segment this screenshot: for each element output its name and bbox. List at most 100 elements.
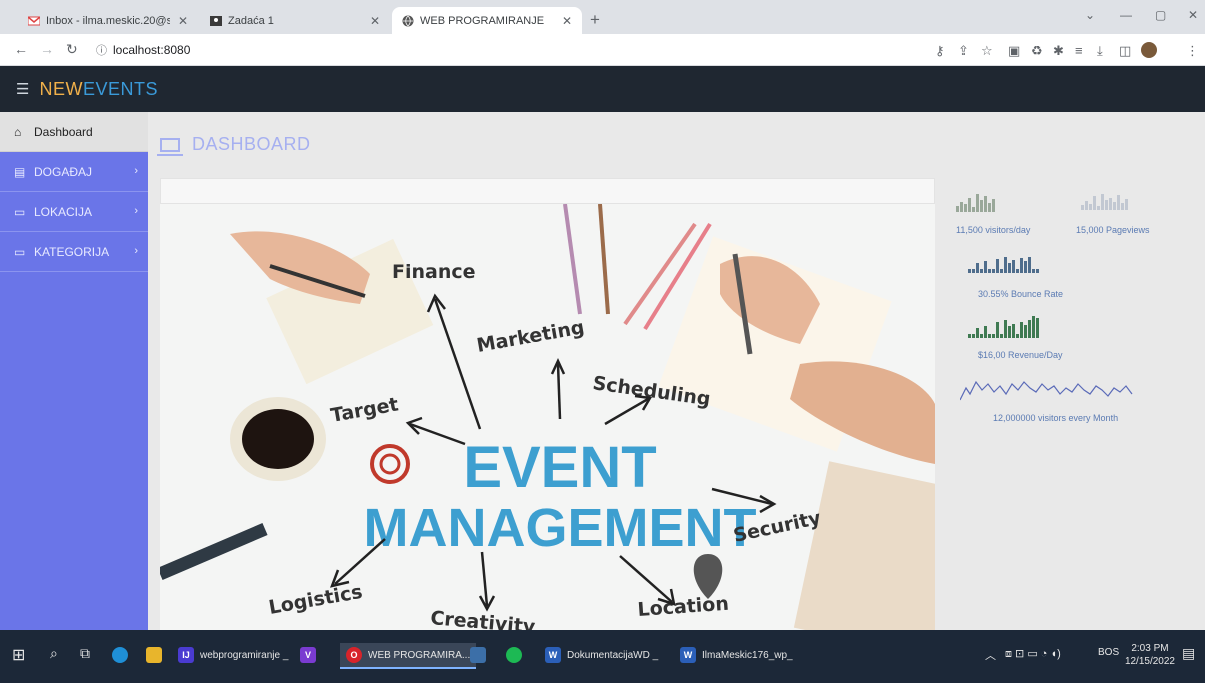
maximize-icon[interactable]: ▢ xyxy=(1155,8,1166,22)
chevron-right-icon: › xyxy=(134,245,138,257)
file-explorer-icon[interactable] xyxy=(146,647,168,663)
windows-taskbar: ⊞ ⌕ ⧉ IJ webprogramiranje _ V O WEB PROG… xyxy=(0,630,1205,683)
intellij-icon: IJ xyxy=(178,647,194,663)
classroom-icon xyxy=(210,15,222,26)
address-bar-row: ← → ↻ ⓘ localhost:8080 ⚷ ⇪ ☆ ▣ ♻ ✱ ≡ ⤓ ◫… xyxy=(0,34,1205,66)
clock-time: 2:03 PM xyxy=(1131,643,1169,654)
app-icon[interactable] xyxy=(470,647,492,663)
bounce-rate-label: 30.55% Bounce Rate xyxy=(978,289,1064,299)
bookmark-star-icon[interactable]: ☆ xyxy=(981,43,993,59)
more-menu-icon[interactable]: ⋮ xyxy=(1186,43,1199,59)
keyword-finance: Finance xyxy=(392,261,476,283)
hero-title-line1: EVENT xyxy=(463,435,656,500)
system-tray-chevron-icon[interactable]: ︿ xyxy=(985,647,996,663)
reading-list-icon[interactable]: ≡ xyxy=(1075,43,1083,58)
home-icon: ⌂ xyxy=(14,124,22,139)
tab-title: Inbox - ilma.meskic.20@size.ba - xyxy=(46,14,170,27)
revenue-label: $16,00 Revenue/Day xyxy=(978,350,1063,360)
new-tab-button[interactable]: + xyxy=(590,10,600,30)
notification-icon[interactable]: ▤ xyxy=(1182,645,1195,662)
taskbar-item-opera[interactable]: O WEB PROGRAMIRA... xyxy=(340,643,477,669)
system-clock[interactable]: 2:03 PM 12/15/2022 xyxy=(1125,642,1175,668)
info-icon[interactable]: ⓘ xyxy=(96,42,107,58)
keyword-marketing: Marketing xyxy=(475,316,586,357)
app-header: ☰ NEW EVENTS xyxy=(0,66,1205,112)
close-icon[interactable]: ✕ xyxy=(562,14,572,28)
sidebar-item-label: DOGAĐAJ xyxy=(34,164,93,179)
tab-title: WEB PROGRAMIRANJE xyxy=(420,14,545,27)
sidebar-item-label: Dashboard xyxy=(34,124,93,139)
chevron-right-icon: › xyxy=(134,205,138,217)
visitors-month-sparkline xyxy=(960,380,1133,401)
address-bar[interactable]: ⓘ localhost:8080 xyxy=(96,39,916,61)
close-icon[interactable]: ✕ xyxy=(178,14,188,28)
sidebar-item-label: KATEGORIJA xyxy=(34,244,110,259)
bounce-rate-sparkline xyxy=(968,257,1040,273)
revenue-sparkline xyxy=(968,316,1040,338)
search-icon[interactable]: ⌕ xyxy=(50,645,58,662)
page-title: DASHBOARD xyxy=(157,134,311,156)
event-management-illustration: EVENT MANAGEMENT Finance Marketing Sched… xyxy=(160,204,935,630)
taskbar-item-word-2[interactable]: W IlmaMeskic176_wp_ xyxy=(680,647,793,663)
brand-logo-secondary[interactable]: EVENTS xyxy=(83,79,158,100)
sidebar-item-lokacija[interactable]: ▭ LOKACIJA › xyxy=(0,192,148,232)
edge-icon[interactable] xyxy=(112,647,134,663)
tab-search-icon[interactable]: ⌄ xyxy=(1085,8,1095,22)
chevron-right-icon: › xyxy=(134,165,138,177)
clock-date: 12/15/2022 xyxy=(1124,656,1175,667)
taskbar-item-word-1[interactable]: W DokumentacijaWD _ xyxy=(545,647,658,663)
reload-icon[interactable]: ↻ xyxy=(66,41,78,58)
sidebar-item-dashboard[interactable]: ⌂ Dashboard xyxy=(0,112,148,152)
sidebar: ⌂ Dashboard ▤ DOGAĐAJ › ▭ LOKACIJA › ▭ K… xyxy=(0,112,148,630)
key-icon[interactable]: ⚷ xyxy=(935,43,945,59)
tab-inbox[interactable]: Inbox - ilma.meskic.20@size.ba - ✕ xyxy=(18,7,198,34)
pageviews-sparkline xyxy=(1081,194,1129,210)
hamburger-menu-icon[interactable]: ☰ xyxy=(16,80,29,98)
pageviews-label: 15,000 Pageviews xyxy=(1076,225,1150,235)
tray-icons[interactable]: ⧈ ⊡ ▭ ◔ ◖) xyxy=(1005,647,1061,661)
windows-start-icon[interactable]: ⊞ xyxy=(12,645,25,665)
close-icon[interactable]: ✕ xyxy=(370,14,380,28)
keyword-target: Target xyxy=(329,393,400,427)
word-icon: W xyxy=(545,647,561,663)
recycle-icon[interactable]: ♻ xyxy=(1031,43,1043,59)
tab-title: Zadaća 1 xyxy=(228,14,274,27)
tab-zadaca[interactable]: Zadaća 1 ✕ xyxy=(200,7,390,34)
sidebar-item-label: LOKACIJA xyxy=(34,204,93,219)
tab-web-programiranje[interactable]: WEB PROGRAMIRANJE ✕ xyxy=(392,7,582,34)
globe-icon xyxy=(402,15,414,26)
back-icon[interactable]: ← xyxy=(14,41,28,57)
spotify-icon[interactable] xyxy=(506,647,528,663)
taskbar-item-intellij[interactable]: IJ webprogramiranje _ xyxy=(178,647,288,663)
visual-studio-icon[interactable]: V xyxy=(300,647,322,663)
keyword-location: Location xyxy=(637,593,730,621)
url-text: localhost:8080 xyxy=(113,43,191,57)
language-indicator[interactable]: BOS xyxy=(1098,647,1119,658)
page-title-text: DASHBOARD xyxy=(192,134,311,154)
browser-tabstrip: Inbox - ilma.meskic.20@size.ba - ✕ Zadać… xyxy=(0,0,1205,34)
opera-icon: O xyxy=(346,647,362,663)
hero-title-line2: MANAGEMENT xyxy=(364,498,757,558)
avatar[interactable] xyxy=(1141,42,1157,58)
sidebar-item-dogadaj[interactable]: ▤ DOGAĐAJ › xyxy=(0,152,148,192)
monitor-icon: ▭ xyxy=(14,244,26,259)
extension-icon[interactable]: ▣ xyxy=(1008,43,1020,59)
brand-logo-primary[interactable]: NEW xyxy=(39,79,83,100)
main-content: DASHBOARD EVENT MANAGEMENT Finance Marke… xyxy=(148,112,1205,630)
minimize-icon[interactable]: — xyxy=(1120,8,1132,22)
task-view-icon[interactable]: ⧉ xyxy=(80,645,90,662)
monitor-icon: ▭ xyxy=(14,204,26,219)
word-icon: W xyxy=(680,647,696,663)
sidepanel-icon[interactable]: ◫ xyxy=(1119,43,1131,59)
forward-icon[interactable]: → xyxy=(40,41,54,57)
sidebar-item-kategorija[interactable]: ▭ KATEGORIJA › xyxy=(0,232,148,272)
window-close-icon[interactable]: ✕ xyxy=(1188,8,1198,22)
visitors-sparkline xyxy=(956,194,996,212)
keyword-creativity: Creativity xyxy=(430,607,537,630)
share-icon[interactable]: ⇪ xyxy=(958,43,969,59)
visitors-month-label: 12,000000 visitors every Month xyxy=(993,413,1119,423)
download-icon[interactable]: ⤓ xyxy=(1097,43,1103,59)
hero-image: EVENT MANAGEMENT Finance Marketing Sched… xyxy=(160,204,935,630)
puzzle-icon[interactable]: ✱ xyxy=(1053,43,1064,59)
keyword-logistics: Logistics xyxy=(267,581,364,619)
